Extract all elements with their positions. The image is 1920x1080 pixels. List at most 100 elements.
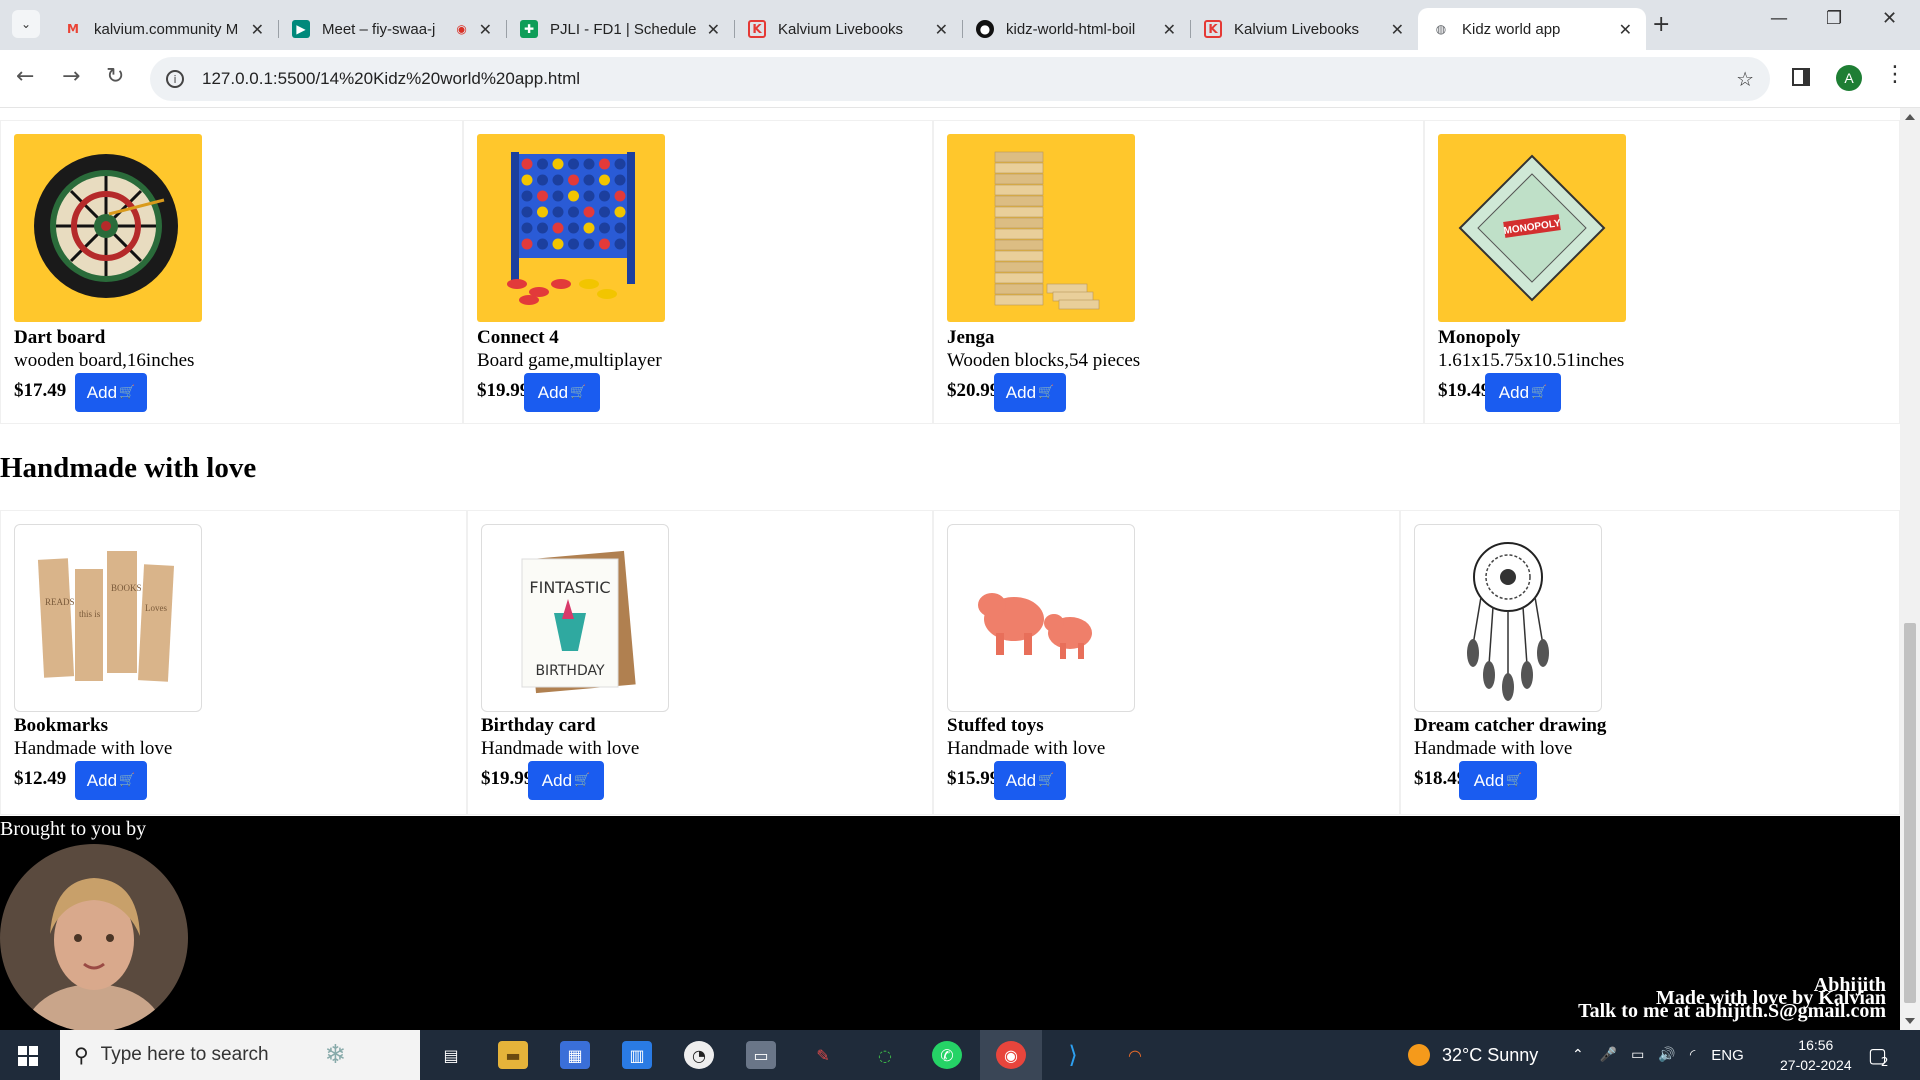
gmail-icon: M bbox=[67, 22, 79, 36]
refresh-app-icon[interactable]: ◌ bbox=[870, 1041, 900, 1069]
github-icon: ● bbox=[976, 20, 994, 38]
forward-icon[interactable]: → bbox=[62, 64, 80, 89]
add-to-cart-button[interactable]: Add 🛒 bbox=[75, 761, 147, 800]
product-name: Stuffed toys bbox=[947, 715, 1044, 736]
whatsapp-icon[interactable]: ✆ bbox=[932, 1041, 962, 1069]
file-explorer-icon[interactable]: ▬ bbox=[498, 1041, 528, 1069]
tab-sheets[interactable]: ✚ PJLI - FD1 | Schedule ✕ bbox=[506, 8, 734, 50]
close-tab-icon[interactable]: ✕ bbox=[935, 20, 948, 39]
reload-icon[interactable]: ↻ bbox=[106, 64, 124, 89]
minimize-icon[interactable]: — bbox=[1770, 8, 1788, 29]
close-tab-icon[interactable]: ✕ bbox=[1391, 20, 1404, 39]
tab-kidz-world-app[interactable]: ◍ Kidz world app ✕ bbox=[1418, 8, 1646, 50]
language-indicator[interactable]: ENG bbox=[1711, 1047, 1744, 1064]
cart-icon: 🛒 bbox=[119, 773, 136, 788]
chevron-up-icon[interactable]: ⌃ bbox=[1572, 1047, 1584, 1063]
side-panel-icon[interactable] bbox=[1792, 68, 1810, 86]
page-scrollbar[interactable] bbox=[1900, 108, 1920, 1030]
monopoly-image: MONOPOLY bbox=[1438, 134, 1626, 322]
taskbar-search[interactable]: ⚲ Type here to search ❄ bbox=[60, 1030, 420, 1080]
add-label: Add bbox=[1498, 382, 1530, 402]
jenga-image bbox=[947, 134, 1135, 322]
restore-icon[interactable]: ❐ bbox=[1826, 8, 1842, 29]
weather-widget[interactable]: 32°C Sunny bbox=[1408, 1030, 1538, 1080]
add-to-cart-button[interactable]: Add 🛒 bbox=[75, 373, 147, 412]
notifications-icon[interactable]: ▢ 2 bbox=[1868, 1030, 1889, 1080]
clock[interactable]: 16:56 27-02-2024 bbox=[1780, 1030, 1852, 1080]
product-description: wooden board,16inches bbox=[14, 350, 195, 371]
app-icon[interactable]: ▭ bbox=[746, 1041, 776, 1069]
tab-kalvium-livebooks[interactable]: K Kalvium Livebooks ✕ bbox=[734, 8, 962, 50]
product-description: Handmade with love bbox=[481, 738, 640, 759]
add-to-cart-button[interactable]: Add 🛒 bbox=[994, 373, 1066, 412]
scroll-up-icon[interactable] bbox=[1905, 114, 1915, 120]
svg-text:BIRTHDAY: BIRTHDAY bbox=[535, 663, 605, 679]
task-view-icon[interactable]: ▤ bbox=[436, 1041, 466, 1069]
product-card: Dart board wooden board,16inches $17.49 … bbox=[0, 120, 463, 424]
close-tab-icon[interactable]: ✕ bbox=[479, 20, 492, 39]
section-title-handmade: Handmade with love bbox=[0, 452, 257, 484]
bookmarks-image: READS this is BOOKS Loves bbox=[14, 524, 202, 712]
url-text[interactable]: 127.0.0.1:5500/14%20Kidz%20world%20app.h… bbox=[202, 69, 580, 89]
cart-icon: 🛒 bbox=[1038, 385, 1055, 400]
svg-text:BOOKS: BOOKS bbox=[111, 583, 142, 593]
add-to-cart-button[interactable]: Add 🛒 bbox=[1459, 761, 1537, 800]
close-tab-icon[interactable]: ✕ bbox=[707, 20, 720, 39]
product-price: $19.99 bbox=[481, 768, 534, 789]
tab-kalvium-livebooks-2[interactable]: K Kalvium Livebooks ✕ bbox=[1190, 8, 1418, 50]
volume-icon[interactable]: 🔊 bbox=[1658, 1047, 1675, 1063]
cart-icon: 🛒 bbox=[1506, 773, 1523, 788]
product-card: Dream catcher drawing Handmade with love… bbox=[1400, 510, 1900, 815]
back-icon[interactable]: ← bbox=[16, 64, 34, 89]
windows-start-icon[interactable] bbox=[18, 1046, 38, 1066]
search-icon: ⚲ bbox=[74, 1043, 89, 1067]
bookmark-star-icon[interactable]: ☆ bbox=[1736, 67, 1754, 91]
tab-meet[interactable]: ▶ Meet – fiy-swaa-j ◉ ✕ bbox=[278, 8, 506, 50]
kebab-menu-icon[interactable]: ⋮ bbox=[1884, 62, 1906, 87]
product-description: Wooden blocks,54 pieces bbox=[947, 350, 1141, 371]
calendar-icon[interactable]: ▥ bbox=[622, 1041, 652, 1069]
tab-gmail[interactable]: M kalvium.community M ✕ bbox=[50, 8, 278, 50]
tab-github[interactable]: ● kidz-world-html-boil ✕ bbox=[962, 8, 1190, 50]
time-text: 16:56 bbox=[1798, 1037, 1834, 1053]
product-card: Connect 4 Board game,multiplayer $19.99 … bbox=[463, 120, 933, 424]
product-name: Bookmarks bbox=[14, 715, 108, 736]
close-tab-icon[interactable]: ✕ bbox=[251, 20, 264, 39]
scrollbar-thumb[interactable] bbox=[1904, 623, 1916, 1003]
clock-icon[interactable]: ◔ bbox=[684, 1041, 714, 1069]
close-window-icon[interactable]: ✕ bbox=[1882, 8, 1897, 29]
add-label: Add bbox=[86, 382, 118, 402]
birthday-card-image: FINTASTIC BIRTHDAY bbox=[481, 524, 669, 712]
cart-icon: 🛒 bbox=[570, 385, 587, 400]
jupyter-icon[interactable]: ◠ bbox=[1120, 1041, 1150, 1069]
wifi-icon[interactable]: ◜ bbox=[1690, 1047, 1695, 1063]
svg-text:READS: READS bbox=[45, 597, 75, 607]
vscode-icon[interactable]: ⟩ bbox=[1058, 1041, 1088, 1069]
url-bar[interactable]: i 127.0.0.1:5500/14%20Kidz%20world%20app… bbox=[150, 57, 1770, 101]
search-placeholder[interactable]: Type here to search bbox=[101, 1044, 269, 1066]
cart-icon: 🛒 bbox=[1038, 773, 1055, 788]
recording-icon: ◉ bbox=[456, 22, 467, 36]
add-to-cart-button[interactable]: Add 🛒 bbox=[1485, 373, 1561, 412]
scroll-down-icon[interactable] bbox=[1905, 1018, 1915, 1024]
games-row: Dart board wooden board,16inches $17.49 … bbox=[0, 120, 1900, 424]
paint-icon[interactable]: ✎ bbox=[808, 1041, 838, 1069]
microphone-icon[interactable]: 🎤 bbox=[1600, 1047, 1617, 1063]
close-tab-icon[interactable]: ✕ bbox=[1619, 20, 1632, 39]
tray-icons: ⌃ 🎤 ▭ 🔊 ◜ ENG bbox=[1572, 1030, 1744, 1080]
add-to-cart-button[interactable]: Add 🛒 bbox=[524, 373, 600, 412]
chrome-icon[interactable]: ◉ bbox=[996, 1041, 1026, 1069]
close-tab-icon[interactable]: ✕ bbox=[1163, 20, 1176, 39]
kalvium-icon: K bbox=[748, 20, 766, 38]
site-info-icon[interactable]: i bbox=[166, 70, 184, 88]
add-to-cart-button[interactable]: Add 🛒 bbox=[528, 761, 604, 800]
new-tab-icon[interactable]: + bbox=[1652, 12, 1670, 37]
calculator-icon[interactable]: ▦ bbox=[560, 1041, 590, 1069]
product-price: $12.49 bbox=[14, 768, 67, 789]
add-to-cart-button[interactable]: Add 🛒 bbox=[994, 761, 1066, 800]
tab-title: Meet – fiy-swaa-j bbox=[322, 20, 436, 38]
tab-search-icon[interactable]: ⌄ bbox=[12, 10, 40, 38]
profile-avatar[interactable]: A bbox=[1836, 65, 1862, 91]
battery-icon[interactable]: ▭ bbox=[1631, 1047, 1644, 1063]
meet-icon: ▶ bbox=[292, 20, 310, 38]
